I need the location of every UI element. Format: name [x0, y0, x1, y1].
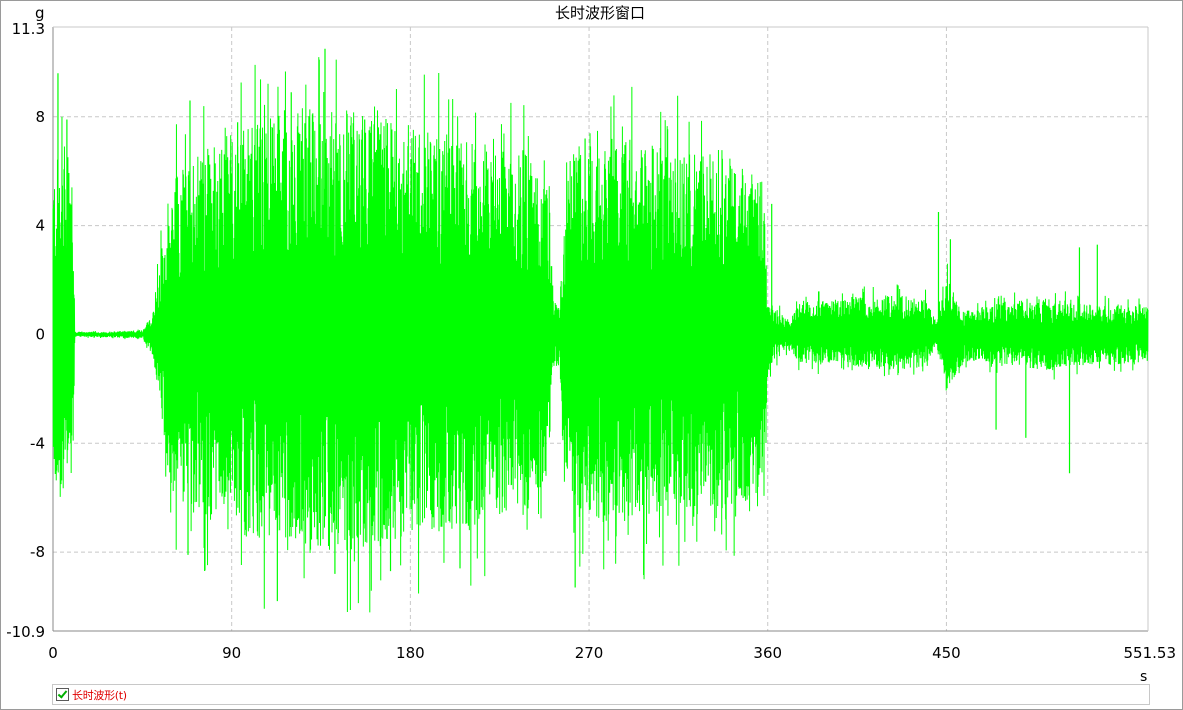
legend-item-waveform[interactable]: 长时波形(t) [56, 687, 127, 702]
legend-label: 长时波形(t) [72, 688, 127, 702]
y-tick-label: 0 [35, 325, 45, 343]
y-axis-unit-label: g [35, 4, 45, 22]
chart-title: 长时波形窗口 [555, 4, 645, 22]
y-tick-label: 8 [35, 108, 45, 126]
x-tick-label: 551.53 [1124, 644, 1177, 662]
x-tick-label: 0 [48, 644, 58, 662]
y-tick-label: -4 [30, 434, 45, 452]
y-tick-label: -8 [30, 543, 45, 561]
x-tick-label: 360 [753, 644, 782, 662]
y-tick-label: -10.9 [6, 623, 45, 641]
legend-checkbox[interactable] [56, 688, 69, 701]
x-tick-label: 450 [932, 644, 961, 662]
series-waveform [52, 48, 1149, 613]
waveform-trace [52, 57, 1149, 613]
x-tick-label: 180 [396, 644, 425, 662]
x-tick-label: 270 [575, 644, 604, 662]
y-tick-label: 11.3 [12, 20, 45, 38]
x-tick-label: 90 [222, 644, 241, 662]
x-axis-unit-label: s [1140, 669, 1147, 685]
y-tick-label: 4 [35, 217, 45, 235]
chart-canvas: 0 90 180 270 360 450 551.53 11.3 8 4 0 -4 -8 -10.9 长时… [6, 4, 1177, 685]
legend-bar: 长时波形(t) [52, 684, 1150, 705]
